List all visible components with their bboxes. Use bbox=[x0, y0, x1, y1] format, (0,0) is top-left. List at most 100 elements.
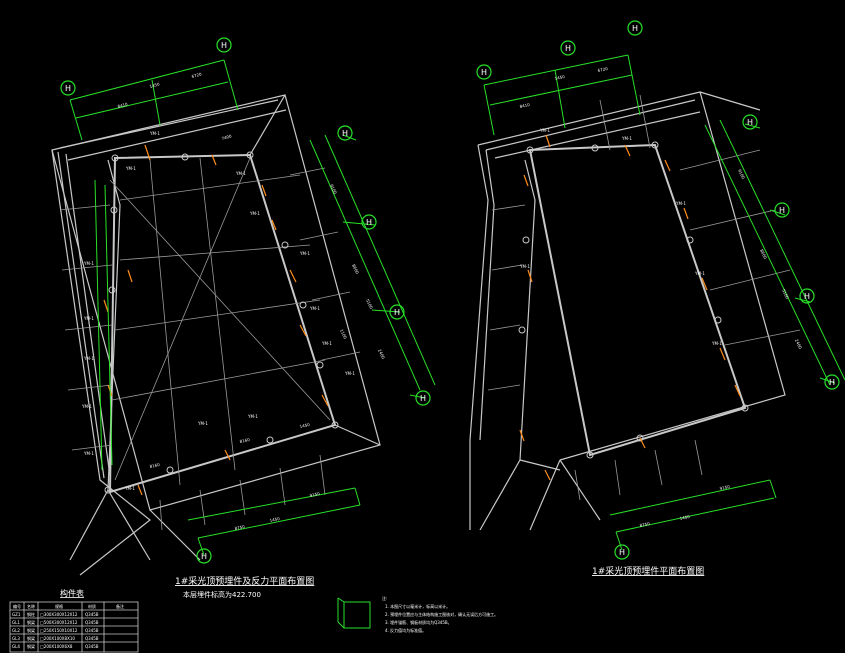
left-embed-tags: YM-1 YM-1 YM-1 YM-1 YM-1 YM-1 YM-1 YM-1 … bbox=[81, 131, 355, 491]
right-embed-tags: YM-1 YM-1 YM-1 YM-1 YM-1 YM-1 bbox=[519, 128, 722, 346]
embed-tag: YM-1 bbox=[149, 131, 160, 136]
embed-tag: YM-1 bbox=[235, 171, 246, 176]
embed-tag: YM-1 bbox=[675, 201, 686, 206]
table-row: GL3 钢梁 □200X100X8X10 Q345B bbox=[12, 635, 99, 641]
svg-text:GL1: GL1 bbox=[12, 620, 20, 625]
table-header: 材质 bbox=[88, 603, 96, 609]
embed-tag: YM-1 bbox=[299, 251, 310, 256]
embed-tag: YM-1 bbox=[694, 271, 705, 276]
note-line: 2. 预埋件位置应与主体结构施工图核对，确认无误后方可施工。 bbox=[385, 611, 498, 617]
axis-label: H bbox=[201, 552, 207, 561]
svg-text:钢梁: 钢梁 bbox=[27, 619, 35, 625]
right-columns bbox=[518, 141, 749, 459]
embed-tag: YM-1 bbox=[711, 341, 722, 346]
note-line: 4. 反力值均为标准值。 bbox=[385, 627, 426, 633]
dim-text: 9150 bbox=[719, 484, 730, 491]
axis-label: H bbox=[747, 118, 753, 127]
dim-text: 1450 bbox=[679, 514, 690, 521]
dim-text: 8160 bbox=[239, 437, 250, 444]
notes-heading: 注: bbox=[382, 595, 387, 601]
svg-text:□500X300X12X12: □500X300X12X12 bbox=[40, 620, 78, 625]
embed-tag: YM-1 bbox=[344, 371, 355, 376]
svg-text:□200X100X8X10: □200X100X8X10 bbox=[40, 636, 75, 641]
dim-text: 8750 bbox=[639, 521, 650, 528]
note-line: 1. 本图尺寸以毫米计，标高以米计。 bbox=[385, 603, 450, 609]
dim-text: 8410 bbox=[117, 101, 129, 109]
axis-label: H bbox=[420, 394, 426, 403]
embed-tag: YM-1 bbox=[81, 404, 92, 409]
notes-block: 注: 1. 本图尺寸以毫米计，标高以米计。 2. 预埋件位置应与主体结构施工图核… bbox=[337, 595, 498, 633]
table-header: 名称 bbox=[27, 603, 35, 609]
axis-label: H bbox=[632, 24, 638, 33]
axis-label: H bbox=[481, 68, 487, 77]
axis-label: H bbox=[366, 218, 372, 227]
dim-text: 1100 bbox=[339, 328, 348, 340]
member-table: 构件表 编号 名称 规格 材质 备注 GZ1 钢柱 □300X300X12X12… bbox=[9, 588, 139, 653]
svg-text:GL4: GL4 bbox=[12, 644, 20, 649]
svg-text:Q345B: Q345B bbox=[85, 620, 99, 625]
embed-tag: YM-1 bbox=[539, 128, 550, 133]
svg-text:GL3: GL3 bbox=[12, 636, 20, 641]
note-line: 3. 埋件锚筋、钢板材质均为Q345B。 bbox=[385, 619, 452, 625]
table-header: 备注 bbox=[116, 603, 124, 609]
axis-label: H bbox=[619, 548, 625, 557]
right-plan-title: 1#采光顶预埋件平面布置图 bbox=[592, 565, 704, 577]
embed-tag: YM-1 bbox=[321, 341, 332, 346]
dim-text: 6720 bbox=[597, 66, 608, 73]
axis-label: H bbox=[342, 129, 348, 138]
member-table-title: 构件表 bbox=[60, 588, 84, 598]
dim-text: 8600 bbox=[759, 248, 768, 260]
dim-text: 9150 bbox=[309, 491, 320, 498]
table-row: GL4 钢梁 □200X100X6X8 Q345B bbox=[12, 643, 99, 649]
dim-text: 1450 bbox=[149, 81, 161, 89]
left-structure-lines bbox=[51, 94, 381, 576]
svg-text:Q345B: Q345B bbox=[85, 636, 99, 641]
axis-label: H bbox=[565, 44, 571, 53]
member-table-headers: 编号 名称 规格 材质 备注 bbox=[13, 603, 124, 609]
table-row: GZ1 钢柱 □300X300X12X12 Q345B bbox=[12, 611, 99, 617]
table-row: GL2 钢梁 □250X150X10X12 Q345B bbox=[12, 627, 99, 633]
axis-label: H bbox=[394, 308, 400, 317]
table-header: 规格 bbox=[55, 603, 63, 609]
dim-text: 9100 bbox=[737, 168, 746, 180]
embed-tag: YM-1 bbox=[124, 486, 135, 491]
axis-label: H bbox=[804, 292, 810, 301]
dim-text: 1450 bbox=[299, 422, 310, 429]
right-dimension-lines bbox=[483, 54, 845, 551]
svg-text:钢柱: 钢柱 bbox=[27, 611, 35, 617]
dim-text: 8410 bbox=[519, 102, 530, 109]
embed-tag: YM-1 bbox=[125, 166, 136, 171]
dim-text: 9100 bbox=[329, 183, 338, 195]
dim-text: 8600 bbox=[351, 263, 360, 275]
table-row: GL1 钢梁 □500X300X12X12 Q345B bbox=[12, 619, 99, 625]
svg-text:□250X150X10X12: □250X150X10X12 bbox=[40, 628, 78, 633]
svg-text:钢梁: 钢梁 bbox=[27, 635, 35, 641]
table-header: 编号 bbox=[13, 603, 21, 609]
left-plan-title: 1#采光顶预埋件及反力平面布置图 bbox=[175, 575, 314, 587]
axis-label: H bbox=[829, 378, 835, 387]
dim-text: 2400 bbox=[794, 338, 803, 350]
right-dimension-text: 8410 1450 6720 9100 8600 5100 2400 8750 … bbox=[519, 66, 803, 528]
left-plan-subtitle: 本层埋件标高为422.700 bbox=[183, 590, 261, 599]
svg-text:GZ1: GZ1 bbox=[12, 612, 21, 617]
dim-text: 5100 bbox=[365, 298, 374, 310]
svg-text:Q345B: Q345B bbox=[85, 644, 99, 649]
embed-tag: YM-1 bbox=[519, 264, 530, 269]
svg-text:Q345B: Q345B bbox=[85, 628, 99, 633]
embed-tag: YM-1 bbox=[83, 261, 94, 266]
embed-tag: YM-1 bbox=[309, 306, 320, 311]
cad-drawing-canvas[interactable]: H H H H H H H 8410 1450 6720 7400 9100 8… bbox=[0, 0, 845, 653]
embed-tag: YM-1 bbox=[83, 316, 94, 321]
svg-text:钢梁: 钢梁 bbox=[27, 627, 35, 633]
svg-text:□300X300X12X12: □300X300X12X12 bbox=[40, 612, 78, 617]
axis-label: H bbox=[65, 84, 71, 93]
svg-text:钢梁: 钢梁 bbox=[27, 643, 35, 649]
svg-text:□200X100X6X8: □200X100X6X8 bbox=[40, 644, 73, 649]
embed-tag: YM-1 bbox=[83, 356, 94, 361]
axis-label: H bbox=[221, 41, 227, 50]
axis-label: H bbox=[779, 206, 785, 215]
svg-text:Q345B: Q345B bbox=[85, 612, 99, 617]
right-leaders bbox=[519, 134, 741, 481]
right-plan: H H H H H H H H 8410 1450 6720 9100 8600… bbox=[469, 20, 845, 577]
embed-tag: YM-1 bbox=[83, 451, 94, 456]
